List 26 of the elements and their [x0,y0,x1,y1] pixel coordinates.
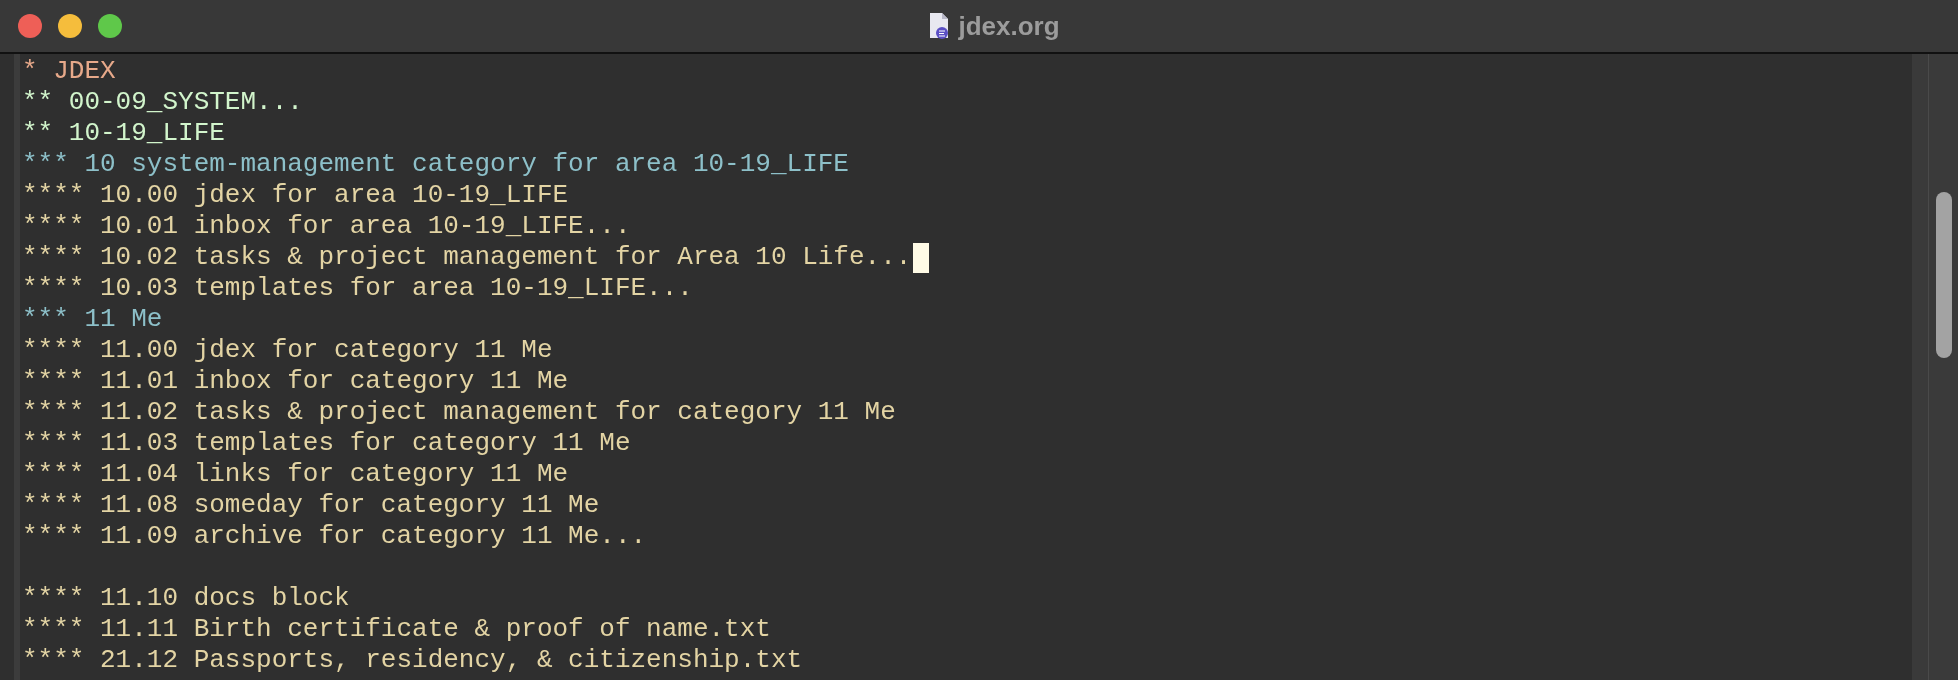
outline-heading: **** 11.10 docs block [22,583,350,614]
minimize-button[interactable] [58,14,82,38]
outline-heading: **** 10.02 tasks & project management for Area 10 Life... [22,242,912,273]
outline-heading: **** 11.09 archive for category 11 Me... [22,521,647,552]
outline-heading: **** 10.00 jdex for area 10-19_LIFE [22,180,569,211]
zoom-button[interactable] [98,14,122,38]
outline-heading: *** 10 system-management category for area 10-19_LIFE [22,149,849,180]
outline-heading: ** 00-09_SYSTEM... [22,87,303,118]
outline-heading: **** 11.04 links for category 11 Me [22,459,569,490]
outline-heading: **** 11.03 templates for category 11 Me [22,428,631,459]
scrollbar-track[interactable] [1929,54,1958,680]
close-button[interactable] [18,14,42,38]
outline-heading: **** 11.02 tasks & project management for category 11 Me [22,397,896,428]
outline-heading: * JDEX [22,56,116,87]
scrollbar-thumb[interactable] [1936,192,1952,358]
window-title: jdex.org [958,10,1060,42]
outline-heading: **** 11.11 Birth certificate & proof of name.txt [22,614,771,645]
outline-heading: **** 11.00 jdex for category 11 Me [22,335,553,366]
document-icon [928,12,951,40]
outline-heading: **** 10.01 inbox for area 10-19_LIFE... [22,211,631,242]
outline-heading: *** 11 Me [22,304,163,335]
outline-heading: ** 10-19_LIFE [22,118,225,149]
outline-heading: **** 21.12 Passports, residency, & citizenship.txt [22,645,803,676]
outline-heading: **** 11.08 someday for category 11 Me [22,490,600,521]
outline-heading: **** 10.03 templates for area 10-19_LIFE... [22,273,693,304]
outline-heading: **** 11.01 inbox for category 11 Me [22,366,569,397]
